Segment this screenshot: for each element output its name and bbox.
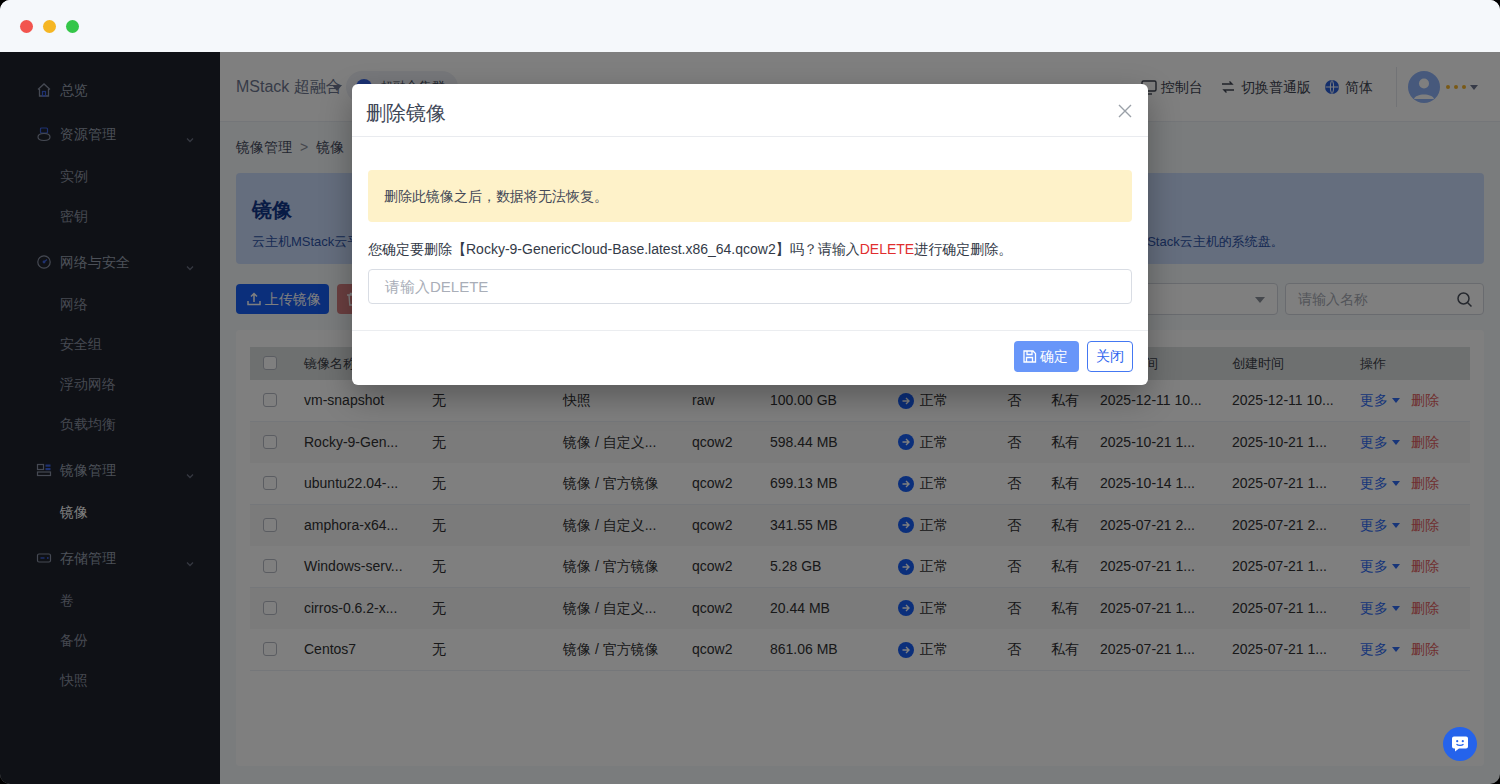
minimize-traffic-light[interactable]: [43, 20, 56, 33]
modal-warning-banner: 删除此镜像之后，数据将无法恢复。: [368, 170, 1132, 222]
close-button[interactable]: 关闭: [1087, 341, 1133, 372]
modal-close-icon[interactable]: [1116, 102, 1134, 120]
modal-footer: 确定 关闭: [352, 330, 1148, 385]
zoom-traffic-light[interactable]: [66, 20, 79, 33]
modal-header: 删除镜像: [352, 84, 1148, 137]
modal-warning-text: 删除此镜像之后，数据将无法恢复。: [384, 170, 608, 222]
confirm-button[interactable]: 确定: [1014, 341, 1079, 372]
close-traffic-light[interactable]: [20, 20, 33, 33]
modal-title: 删除镜像: [366, 100, 446, 127]
chat-icon: [1451, 735, 1469, 753]
modal-confirm-text: 您确定要删除【Rocky-9-GenericCloud-Base.latest.…: [368, 242, 1012, 256]
delete-keyword: DELETE: [860, 241, 914, 257]
delete-input-placeholder: 请输入DELETE: [385, 270, 488, 303]
chat-fab-button[interactable]: [1443, 727, 1477, 761]
macos-titlebar: [0, 0, 1500, 52]
delete-confirm-input[interactable]: 请输入DELETE: [368, 269, 1132, 304]
delete-image-modal: 删除镜像 删除此镜像之后，数据将无法恢复。 您确定要删除【Rocky-9-Gen…: [352, 84, 1148, 385]
